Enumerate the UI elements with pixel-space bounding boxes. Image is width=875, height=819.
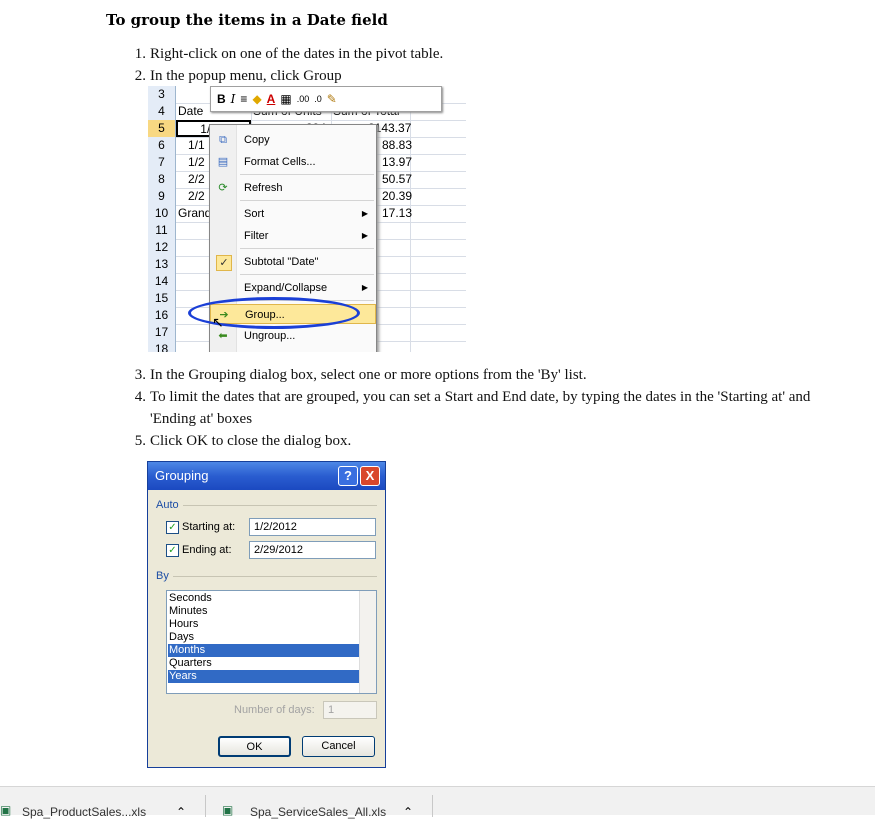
number-of-days-label: Number of days:	[234, 704, 315, 716]
chevron-up-icon[interactable]: ⌃	[176, 805, 186, 819]
increase-decimal-icon[interactable]: .00	[297, 94, 310, 104]
auto-group-label: Auto	[156, 499, 179, 511]
row-header[interactable]: 9	[148, 188, 176, 206]
row-header[interactable]: 12	[148, 239, 176, 257]
row-header[interactable]: 8	[148, 171, 176, 189]
menu-item-sort[interactable]: Sort ▶	[210, 204, 376, 224]
refresh-icon: ⟳	[218, 182, 228, 194]
menu-item-subtotal[interactable]: ✓ Subtotal "Date"	[210, 252, 376, 272]
font-color-icon[interactable]: A	[267, 92, 276, 106]
menu-item-refresh[interactable]: ⟳ Refresh	[210, 178, 376, 198]
step-3: 3. In the Grouping dialog box, select one…	[134, 367, 587, 383]
help-button[interactable]: ?	[338, 466, 358, 486]
row-header[interactable]: 11	[148, 222, 176, 240]
mini-toolbar: B I ≡ ◆ A ▦ .00 .0 ✎	[210, 86, 442, 112]
copy-icon: ⧉	[219, 134, 227, 146]
row-header[interactable]: 17	[148, 324, 176, 342]
submenu-arrow-icon: ▶	[361, 209, 368, 218]
menu-item-format-cells[interactable]: ▤ Format Cells...	[210, 152, 376, 172]
starting-at-input[interactable]: 1/2/2012	[249, 518, 376, 536]
menu-item-expand-collapse[interactable]: Expand/Collapse ▶	[210, 278, 376, 298]
list-item[interactable]: Months	[168, 644, 359, 657]
ending-at-checkbox[interactable]: ✓	[166, 544, 179, 557]
format-painter-icon[interactable]: ✎	[327, 92, 337, 106]
submenu-arrow-icon: ▶	[361, 231, 368, 240]
date-cell[interactable]: 1/1	[188, 137, 205, 154]
total-cell: 13.97	[382, 155, 413, 169]
menu-item-copy[interactable]: ⧉ Copy	[210, 130, 376, 150]
date-header-cell: Date	[178, 104, 204, 118]
grouping-dialog: Grouping ? X Auto ✓ Starting at: 1/2/201…	[147, 461, 386, 768]
row-header[interactable]: 15	[148, 290, 176, 308]
step-5: 5. Click OK to close the dialog box.	[134, 433, 352, 449]
list-item[interactable]: Minutes	[168, 605, 359, 618]
menu-item-filter[interactable]: Filter ▶	[210, 226, 376, 246]
row-header[interactable]: 7	[148, 154, 176, 172]
checkmark-icon: ✓	[216, 255, 232, 271]
ungroup-arrow-icon: ⬅	[218, 330, 228, 342]
submenu-arrow-icon: ▶	[361, 283, 368, 292]
download-item-2[interactable]: Spa_ServiceSales_All.xls	[250, 805, 386, 819]
row-header[interactable]: 14	[148, 273, 176, 291]
by-list[interactable]: Seconds Minutes Hours Days Months Quarte…	[166, 590, 377, 694]
list-item[interactable]: Years	[168, 670, 359, 683]
italic-button[interactable]: I	[231, 92, 236, 106]
dialog-title: Grouping	[155, 468, 209, 483]
menu-item-ungroup[interactable]: ⬅ Ungroup...	[210, 326, 376, 346]
total-cell: 20.39	[382, 189, 413, 203]
excel-file-icon: ▣	[222, 803, 234, 817]
total-cell: 50.57	[382, 172, 413, 186]
ending-at-label: Ending at:	[182, 544, 232, 556]
step-4: 4. To limit the dates that are grouped, y…	[134, 389, 811, 427]
mouse-cursor-icon: ↖	[212, 314, 224, 330]
row-header[interactable]: 16	[148, 307, 176, 325]
list-item[interactable]: Quarters	[168, 657, 359, 670]
total-cell: 88.83	[382, 138, 413, 152]
row-header[interactable]: 13	[148, 256, 176, 274]
row-header[interactable]: 6	[148, 137, 176, 155]
format-cells-icon: ▤	[217, 156, 229, 168]
row-header[interactable]: 4	[148, 103, 176, 121]
section-heading: To group the items in a Date field	[106, 11, 388, 29]
bold-button[interactable]: B	[217, 92, 226, 106]
borders-icon[interactable]: ▦	[280, 92, 291, 106]
download-item-1[interactable]: Spa_ProductSales...xls	[22, 805, 146, 819]
list-item[interactable]: Seconds	[168, 592, 359, 605]
list-item[interactable]: Days	[168, 631, 359, 644]
cancel-button[interactable]: Cancel	[302, 736, 375, 757]
excel-file-icon: ▣	[0, 803, 12, 817]
list-scrollbar[interactable]	[359, 591, 376, 693]
ending-at-input[interactable]: 2/29/2012	[249, 541, 376, 559]
starting-at-checkbox[interactable]: ✓	[166, 521, 179, 534]
row-header[interactable]: 10	[148, 205, 176, 223]
grand-total-label: Grand	[178, 206, 212, 220]
starting-at-label: Starting at:	[182, 521, 236, 533]
date-cell[interactable]: 2/2	[188, 171, 205, 188]
download-bar: ▣ Spa_ProductSales...xls ⌃ ▣ Spa_Service…	[0, 786, 875, 819]
step-2: 2. In the popup menu, click Group	[134, 68, 342, 84]
date-cell[interactable]: 2/2	[188, 188, 205, 205]
fill-color-icon[interactable]: ◆	[252, 92, 261, 106]
row-header[interactable]: 18	[148, 341, 176, 352]
dialog-title-bar: Grouping ? X	[148, 462, 385, 490]
chevron-up-icon[interactable]: ⌃	[403, 805, 413, 819]
list-item[interactable]: Hours	[168, 618, 359, 631]
ok-button[interactable]: OK	[218, 736, 291, 757]
close-button[interactable]: X	[360, 466, 380, 486]
row-header[interactable]: 5	[148, 120, 176, 138]
excel-context-menu-screenshot: 3456789101112131415161718 Date Sum of Un…	[148, 86, 466, 352]
row-header[interactable]: 3	[148, 86, 176, 104]
step-1: 1. Right-click on one of the dates in the…	[134, 46, 444, 62]
by-group-label: By	[156, 570, 169, 582]
decrease-decimal-icon[interactable]: .0	[314, 94, 322, 104]
align-center-icon[interactable]: ≡	[240, 92, 247, 106]
number-of-days-spinner[interactable]: 1	[323, 701, 377, 719]
total-cell: 17.13	[382, 206, 413, 220]
date-cell[interactable]: 1/2	[188, 154, 205, 171]
